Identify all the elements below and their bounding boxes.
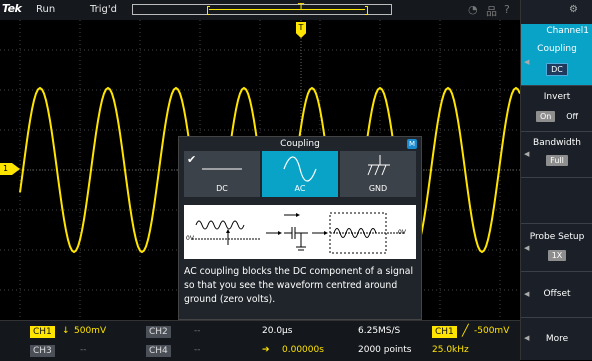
coupling-menu-item[interactable]: ◀ Coupling DC [521,38,592,86]
coupling-label: Coupling [537,44,577,54]
network-icon: 品 [486,5,497,18]
ch3-scale: -- [80,345,87,355]
offset-menu-item[interactable]: ◀ Offset [521,272,592,318]
trigger-level[interactable]: -500mV [474,326,509,336]
ch2-badge[interactable]: CH2 [146,326,171,338]
ch1-scale[interactable]: 500mV [74,326,106,336]
view-left-bracket [207,6,210,15]
probe-setup-menu-item[interactable]: ◀ Probe Setup 1X [521,224,592,272]
ch1-badge[interactable]: CH1 [30,326,55,338]
m-badge: M [407,139,417,149]
invert-label: Invert [543,92,571,102]
invert-menu-item[interactable]: Invert On Off [521,86,592,132]
ch4-badge[interactable]: CH4 [146,345,171,357]
timebase-scale[interactable]: 20.0µs [262,326,292,336]
trigger-position-marker[interactable]: T [296,2,306,16]
coupling-option-gnd[interactable]: GND [340,151,416,197]
sample-rate: 6.25MS/S [358,326,401,336]
run-status[interactable]: Run [36,4,55,15]
more-label: More [545,334,569,344]
horizontal-position-icon: ➔ [262,345,270,355]
coupling-value: DC [546,63,568,76]
wifi-icon: ◔ [468,3,478,16]
coupling-diagram-drawing [192,212,404,254]
ac-wave-icon [283,156,317,182]
brand-logo: Tek [2,2,22,15]
side-menu: ⚙ Channel1 ◀ Coupling DC Invert On Off ◀… [520,0,592,360]
trigger-status: Trig'd [90,4,117,15]
bandwidth-label: Bandwidth [533,138,581,148]
coupling-option-dc[interactable]: ✔ DC [184,151,260,197]
ch3-badge[interactable]: CH3 [30,345,55,357]
ground-icon [367,155,390,176]
diagram-output-ground-label: 0V [398,229,406,236]
rising-edge-icon: ╱ [462,324,469,337]
side-menu-title: Channel1 [521,24,592,38]
bottom-status-bar: CH1 ↓ 500mV CH2 -- CH3 -- CH4 -- 20.0µs … [0,320,520,361]
probe-setup-label: Probe Setup [529,232,585,242]
record-length: 2000 points [358,345,412,355]
ch4-scale: -- [194,345,201,355]
horizontal-position[interactable]: 0.00000s [282,345,324,355]
coupling-description: AC coupling blocks the DC component of a… [184,266,414,305]
coupling-dialog: Coupling M ✔ DC AC GND 0V 0V AC coupling… [178,136,422,320]
ch1-coupling-icon: ↓ [62,326,70,336]
help-icon[interactable]: ? [504,3,510,16]
ac-coupling-diagram: 0V 0V [184,205,416,259]
more-menu-item[interactable]: ◀ More [521,318,592,360]
status-bar: Tek Run Trig'd T ◔ 品 ? [0,0,520,20]
bandwidth-menu-item[interactable]: ◀ Bandwidth Full [521,132,592,178]
option-label: DC [216,184,228,193]
diagram-input-ground-label: 0V [186,235,194,242]
trigger-source-badge[interactable]: CH1 [432,326,457,338]
option-label: GND [368,184,388,193]
empty-menu-item [521,178,592,224]
record-view-window[interactable] [132,4,392,15]
bandwidth-value: Full [546,155,568,166]
invert-on-option[interactable]: On [535,111,556,122]
trigger-frequency: 25.0kHz [432,345,469,355]
coupling-option-ac[interactable]: AC [262,151,338,197]
invert-off-option[interactable]: Off [566,112,578,121]
dialog-title-text: Coupling [280,139,320,149]
power-icon[interactable]: ⚙ [569,4,578,15]
dc-symbol-icon [202,168,242,170]
offset-label: Offset [543,289,571,299]
view-range-line [209,9,365,10]
ch2-scale: -- [194,326,201,336]
probe-value: 1X [547,250,567,261]
dialog-title: Coupling M [179,137,421,151]
view-right-bracket [365,6,368,15]
option-label: AC [294,184,306,193]
